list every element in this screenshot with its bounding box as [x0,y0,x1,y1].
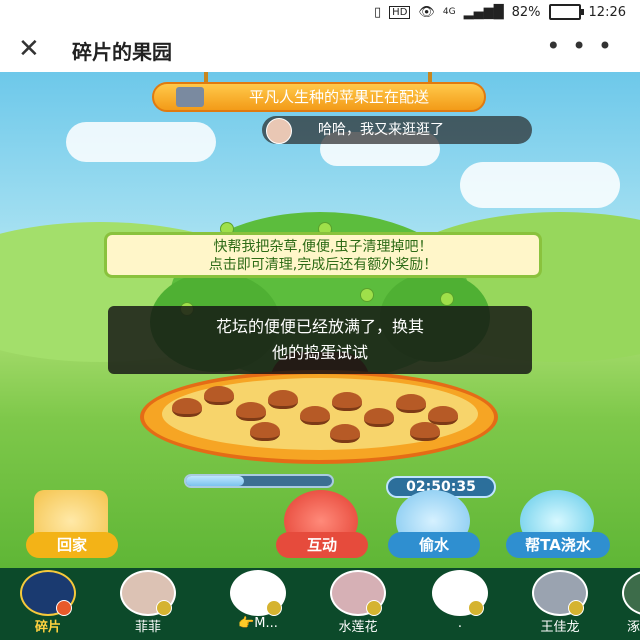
friend-name: 👉M... [238,616,278,631]
poop-icon[interactable] [396,394,426,413]
status-icons: ▯ HD 👁 4G ▂▄▆█ 82% 12:26 [374,4,626,20]
friend-name: 碎片 [34,620,61,635]
poop-icon[interactable] [364,408,394,427]
battery-icon [548,4,584,20]
toast-line1: 花坛的便便已经放满了，换其 [215,317,424,336]
clock: 12:26 [588,4,626,20]
task-hint-line2: 点击即可清理,完成后还有额外奖励！ [208,257,438,273]
poop-icon[interactable] [204,386,234,405]
apple-badge-icon [156,600,172,616]
growth-progress-fill [186,476,245,486]
friend-name: 水莲花 [338,620,378,635]
friend-avatar [622,570,640,616]
friend-item[interactable]: 菲菲 [112,570,184,640]
steal-water-label: 偷水 [388,532,480,558]
delivery-banner[interactable]: 平凡人生种的苹果正在配送 [152,82,486,112]
poop-icon[interactable] [268,390,298,409]
task-hint-line1: 快帮我把杂草,便便,虫子清理掉吧！ [213,239,433,255]
poop-icon[interactable] [300,406,330,425]
network-label: 4G [442,7,456,17]
status-bar: ▯ HD 👁 4G ▂▄▆█ 82% 12:26 [0,0,640,26]
toast-message: 花坛的便便已经放满了，换其 他的捣蛋试试 [108,306,532,374]
battery-percent: 82% [511,4,541,20]
close-icon[interactable]: ✕ [18,36,44,62]
apple-badge-icon [468,600,484,616]
apple-icon[interactable] [440,292,454,306]
apple-badge-icon [366,600,382,616]
apple-icon[interactable] [360,288,374,302]
friend-name: 涿 [626,620,640,635]
orchard-scene: 平凡人生种的苹果正在配送 哈哈，我又来逛逛了 快帮我把杂草,便便,虫子清理掉吧！… [0,72,640,568]
friend-item[interactable]: 碎片 [12,570,84,640]
banner-avatar [176,87,204,107]
poop-icon[interactable] [332,392,362,411]
title-bar: ✕ 碎片的果园 • • • [0,26,640,73]
friend-list: 碎片 菲菲 👉M... 水莲花 . 王佳龙 涿 [0,568,640,640]
more-icon[interactable]: • • • [546,32,614,60]
home-label: 回家 [26,532,118,558]
visitor-bubble: 哈哈，我又来逛逛了 [262,116,532,144]
task-hint: 快帮我把杂草,便便,虫子清理掉吧！ 点击即可清理,完成后还有额外奖励！ [104,232,542,278]
hd-badge: HD [389,5,411,19]
page-title: 碎片的果园 [72,40,172,64]
eye-icon: 👁 [418,4,435,20]
apple-badge-icon [568,600,584,616]
cloud [460,162,620,208]
friend-name: 菲菲 [134,620,161,635]
apple-badge-icon [266,600,282,616]
friend-item[interactable]: . [424,570,496,640]
poop-icon[interactable] [330,424,360,443]
poop-icon[interactable] [236,402,266,421]
interact-label: 互动 [276,532,368,558]
poop-icon[interactable] [172,398,202,417]
friend-item[interactable]: 水莲花 [322,570,394,640]
poop-icon[interactable] [410,422,440,441]
friend-name: 王佳龙 [540,620,580,635]
apple-badge-icon [56,600,72,616]
growth-progress-bar [184,474,334,488]
water-label: 帮TA浇水 [506,532,610,558]
signal-icon: ▂▄▆█ [463,4,504,20]
friend-name: . [457,616,463,631]
friend-item[interactable]: 王佳龙 [524,570,596,640]
poop-icon[interactable] [428,406,458,425]
friend-item[interactable]: 👉M... [222,570,294,640]
friend-item[interactable]: 涿 [608,570,640,640]
poop-icon[interactable] [250,422,280,441]
visitor-message: 哈哈，我又来逛逛了 [318,122,444,138]
cloud [66,122,216,162]
visitor-avatar [266,118,292,144]
vibrate-icon: ▯ [374,4,382,20]
toast-line2: 他的捣蛋试试 [271,343,368,362]
banner-text: 平凡人生种的苹果正在配送 [248,88,429,106]
